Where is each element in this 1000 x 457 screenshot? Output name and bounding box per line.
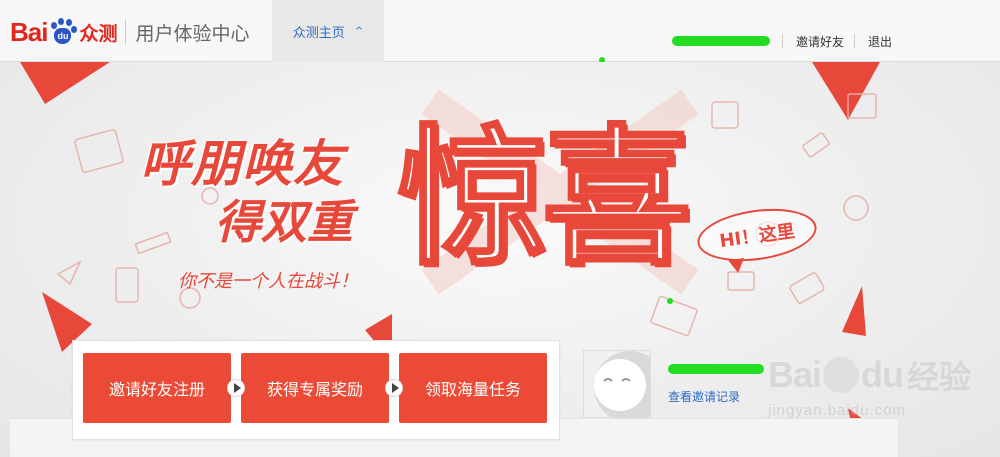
invite-steps-panel: 邀请好友注册 获得专属奖励 领取海量任务 [72,340,560,440]
megaphone-icon [727,271,755,291]
logo-zhongce-text: 众测 [79,22,118,45]
nav-tab-home[interactable]: 众测主页 ^ [272,0,384,62]
credit-card-icon [74,129,124,173]
bubble-tail [728,258,747,275]
banner-tagline: 你不是一个人在战斗！ [178,271,358,292]
watermark-du: du [861,354,904,395]
redacted-invitee-name [668,364,764,374]
step-claim-tasks[interactable]: 领取海量任务 [399,353,547,423]
nav-tab-home-label: 众测主页 [292,25,345,41]
headline-line-2: 得双重 [215,195,353,249]
calendar-icon [711,101,739,129]
watermark-bai: Bai [768,354,822,395]
header-separator [854,34,855,48]
bandage-icon [789,272,825,304]
redaction-dot [667,298,673,304]
redacted-username[interactable] [672,36,770,46]
logo-subtitle: 用户体验中心 [135,22,250,45]
step-label: 领取海量任务 [424,380,521,399]
ruler-icon [134,231,172,255]
step-label: 获得专属奖励 [266,380,363,399]
step-label: 邀请好友注册 [108,380,205,399]
chrome-icon [843,195,869,221]
card-icon [650,295,698,337]
invite-friends-link[interactable]: 邀请好友 [796,33,844,50]
logo-divider [125,20,127,44]
header-separator [782,34,783,48]
deco-triangle [812,62,880,120]
deco-triangle [20,62,110,104]
baidu-jingyan-watermark: Bai du 经验 jingyan.baidu.com [768,352,993,442]
user-avatar[interactable] [583,350,651,418]
headline-surprise: 惊喜 [396,112,693,286]
step-invite-register[interactable]: 邀请好友注册 [83,353,231,423]
promo-banner: 呼朋唤友 得双重 惊喜 你不是一个人在战斗！ HI！这里 邀请好友注册 获得专属… [0,62,1000,457]
view-invite-records-link[interactable]: 查看邀请记录 [668,388,740,405]
arrow-right-icon [227,379,245,397]
hi-bubble-text: HI！这里 [718,220,797,253]
default-avatar-icon [584,351,650,417]
top-header: Bai du 众测 用户体验中心 众测主页 ^ 邀请好友 退出 [0,0,1000,62]
deco-triangle [842,286,866,336]
phone-icon [115,267,139,303]
ticket-icon [802,132,830,158]
logo-du-text: du [54,28,72,44]
step-get-reward[interactable]: 获得专属奖励 [241,353,389,423]
baidu-paw-icon: du [48,18,78,46]
baidu-zhongce-logo[interactable]: Bai du 众测 用户体验中心 [10,14,250,50]
send-icon [56,260,82,286]
watermark-jingyan: 经验 [907,358,972,396]
watermark-url: jingyan.baidu.com [768,402,906,419]
arrow-right-icon [385,379,403,397]
logout-link[interactable]: 退出 [868,33,892,50]
logo-bai-text: Bai [10,16,48,47]
watermark-paw-icon [823,357,860,393]
chevron-up-icon: ^ [354,25,364,37]
